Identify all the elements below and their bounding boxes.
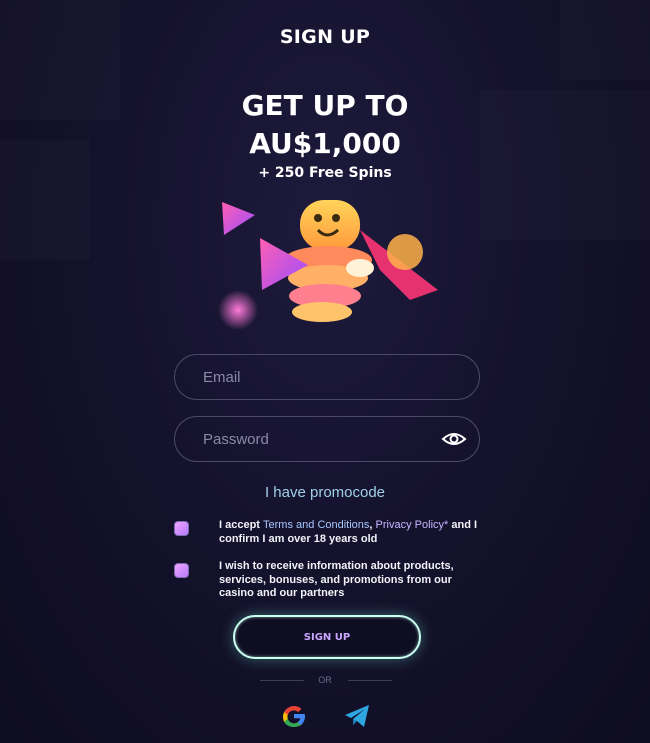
- telegram-icon[interactable]: [342, 701, 372, 731]
- or-divider-text: OR: [318, 675, 332, 685]
- sign-up-button[interactable]: SIGN UP: [233, 615, 421, 659]
- privacy-policy-link[interactable]: Privacy Policy*: [376, 519, 449, 531]
- marketing-checkbox[interactable]: [174, 563, 189, 578]
- terms-checkbox[interactable]: [174, 521, 189, 536]
- promo-headline-amount: AU$1,000: [249, 127, 401, 160]
- email-input[interactable]: [175, 355, 479, 399]
- page-title: SIGN UP: [279, 26, 371, 48]
- google-icon[interactable]: [279, 701, 309, 731]
- password-field[interactable]: [174, 416, 480, 462]
- promo-subline: + 250 Free Spins: [258, 165, 392, 181]
- promocode-link[interactable]: I have promocode: [0, 484, 650, 501]
- password-input[interactable]: [175, 417, 479, 461]
- terms-prefix: I accept: [219, 519, 264, 531]
- divider-right: [348, 680, 392, 681]
- promo-headline-line1: GET UP TO: [241, 89, 409, 122]
- terms-label: I accept Terms and Conditions, Privacy P…: [219, 519, 489, 546]
- mascot-illustration: [218, 200, 438, 330]
- email-field[interactable]: [174, 354, 480, 400]
- marketing-label: I wish to receive information about prod…: [219, 560, 454, 599]
- show-password-icon[interactable]: [441, 429, 467, 449]
- terms-link[interactable]: Terms and Conditions: [263, 519, 369, 531]
